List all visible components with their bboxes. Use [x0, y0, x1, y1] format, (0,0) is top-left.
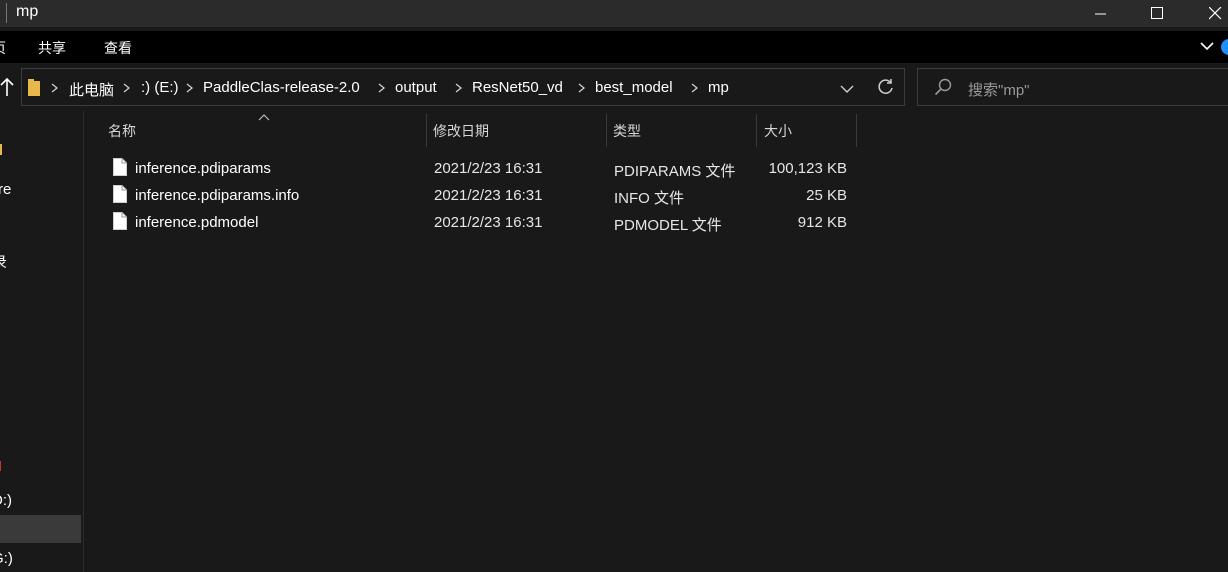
maximize-button[interactable]	[1128, 0, 1186, 27]
help-icon	[1221, 39, 1228, 55]
breadcrumb-drive[interactable]: :) (E:)	[141, 79, 179, 96]
address-bar[interactable]: 此电脑 :) (E:) PaddleClas-release-2.0 outpu…	[21, 68, 905, 106]
file-date: 2021/2/23 16:31	[434, 187, 543, 204]
drive-indicator	[0, 461, 1, 471]
nav-item-drive-g[interactable]: G:)	[0, 550, 13, 567]
breadcrumb-mp[interactable]: mp	[708, 79, 729, 96]
breadcrumb-best-model[interactable]: best_model	[595, 79, 673, 96]
search-icon	[934, 78, 952, 96]
file-row[interactable]: inference.pdiparams 2021/2/23 16:31 PDIP…	[105, 156, 865, 182]
tab-home[interactable]: 页	[0, 38, 6, 58]
refresh-icon	[878, 79, 893, 94]
file-type: PDIPARAMS 文件	[614, 163, 736, 180]
file-row[interactable]: inference.pdmodel 2021/2/23 16:31 PDMODE…	[105, 210, 865, 236]
search-placeholder: 搜索"mp"	[968, 82, 1030, 99]
search-input[interactable]: 搜索"mp"	[917, 68, 1228, 106]
column-divider[interactable]	[606, 114, 607, 147]
close-icon	[1208, 7, 1221, 20]
column-divider[interactable]	[426, 114, 427, 147]
file-list: 名称 修改日期 类型 大小 inference.pdiparams 2021/2…	[85, 111, 1228, 572]
file-name: inference.pdiparams.info	[135, 187, 300, 204]
file-icon	[113, 185, 127, 203]
chevron-right-icon	[186, 83, 194, 93]
breadcrumb-paddleclas[interactable]: PaddleClas-release-2.0	[203, 79, 360, 96]
chevron-down-icon	[840, 85, 854, 93]
column-header-date[interactable]: 修改日期	[433, 121, 489, 141]
file-type: INFO 文件	[614, 190, 684, 207]
nav-item-selected[interactable]	[0, 515, 81, 543]
column-divider[interactable]	[756, 114, 757, 147]
column-header-name[interactable]: 名称	[108, 121, 136, 141]
minimize-icon	[1095, 13, 1106, 14]
window-title: mp	[16, 3, 39, 20]
tab-view[interactable]: 查看	[104, 38, 132, 58]
column-divider[interactable]	[856, 114, 857, 147]
help-button[interactable]	[1220, 38, 1228, 60]
file-size: 912 KB	[797, 214, 847, 231]
file-name: inference.pdiparams	[135, 160, 271, 177]
chevron-right-icon	[691, 83, 699, 93]
chevron-right-icon	[455, 83, 463, 93]
close-button[interactable]	[1186, 0, 1228, 27]
breadcrumb-this-pc[interactable]: 此电脑	[69, 79, 114, 100]
file-date: 2021/2/23 16:31	[434, 214, 543, 231]
file-size: 25 KB	[806, 187, 847, 204]
breadcrumb-output[interactable]: output	[395, 79, 437, 96]
chevron-down-icon	[1200, 42, 1214, 51]
refresh-button[interactable]	[877, 78, 895, 100]
column-header-type[interactable]: 类型	[613, 121, 641, 141]
title-bar: mp	[0, 0, 1228, 27]
sort-ascending-icon	[258, 114, 270, 121]
expand-ribbon-button[interactable]	[1199, 38, 1215, 58]
chevron-right-icon	[378, 83, 386, 93]
nav-item[interactable]: 录	[0, 251, 7, 272]
minimize-button[interactable]	[1072, 0, 1130, 27]
file-icon	[113, 158, 127, 176]
chevron-right-icon	[578, 83, 586, 93]
folder-icon	[28, 79, 40, 96]
address-row: 此电脑 :) (E:) PaddleClas-release-2.0 outpu…	[0, 63, 1228, 111]
file-type: PDMODEL 文件	[614, 217, 722, 234]
file-size: 100,123 KB	[768, 160, 847, 177]
file-date: 2021/2/23 16:31	[434, 160, 543, 177]
up-button[interactable]	[0, 76, 14, 98]
arrow-up-icon	[0, 77, 14, 96]
ribbon-bar: 页 共享 查看	[0, 31, 1228, 63]
file-row[interactable]: inference.pdiparams.info 2021/2/23 16:31…	[105, 183, 865, 209]
file-name: inference.pdmodel	[135, 214, 259, 231]
nav-item-drive-d[interactable]: D:)	[0, 492, 12, 509]
chevron-right-icon	[51, 83, 59, 93]
title-separator	[6, 3, 7, 23]
folder-icon	[0, 144, 2, 155]
column-header-size[interactable]: 大小	[764, 121, 792, 141]
address-history-button[interactable]	[840, 82, 854, 99]
tab-share[interactable]: 共享	[38, 38, 66, 58]
maximize-icon	[1150, 7, 1163, 19]
chevron-right-icon	[123, 83, 131, 93]
nav-item[interactable]: re	[0, 181, 11, 198]
navigation-pane: re 录 D:) G:)	[0, 111, 84, 572]
breadcrumb-resnet50[interactable]: ResNet50_vd	[472, 79, 563, 96]
file-icon	[113, 212, 127, 230]
